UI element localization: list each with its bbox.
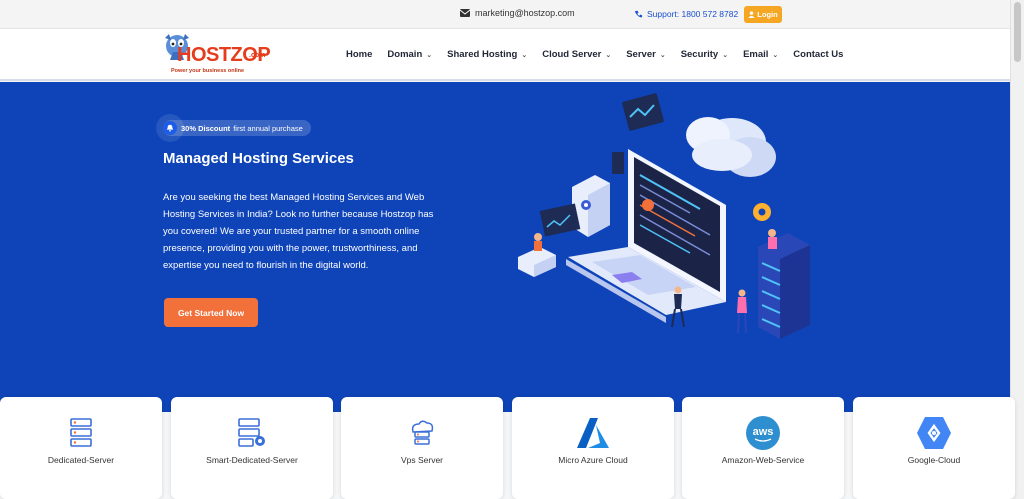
brand-tagline: Power your business online xyxy=(171,68,245,74)
discount-strong: 30% Discount xyxy=(181,123,231,133)
main-navigation: HOSTZOP .com Power your business online … xyxy=(0,29,1010,81)
aws-icon: aws xyxy=(743,413,783,453)
chevron-down-icon: ⌄ xyxy=(659,51,666,59)
brand-logo[interactable]: HOSTZOP .com Power your business online xyxy=(163,32,271,78)
discount-text: first annual purchase xyxy=(233,123,303,133)
service-label: Micro Azure Cloud xyxy=(558,455,628,465)
service-card-vps-server[interactable]: Vps Server xyxy=(341,397,503,499)
nav-home-label: Home xyxy=(346,49,373,60)
nav-email-label: Email xyxy=(743,49,769,60)
nav-cloud-server[interactable]: Cloud Server ⌄ xyxy=(542,49,611,60)
vps-cloud-icon xyxy=(402,413,442,453)
email-text: marketing@hostzop.com xyxy=(475,8,575,18)
top-bar: marketing@hostzop.com Support: 1800 572 … xyxy=(0,0,1024,29)
scrollbar-thumb[interactable] xyxy=(1014,2,1021,62)
google-cloud-icon xyxy=(914,413,954,453)
nav-shared-hosting[interactable]: Shared Hosting ⌄ xyxy=(447,49,527,60)
hero-section: 30% Discount first annual purchase Manag… xyxy=(0,82,1010,412)
support-phone[interactable]: Support: 1800 572 8782 xyxy=(634,9,738,19)
discount-badge: 30% Discount first annual purchase xyxy=(163,120,311,136)
brand-suffix: .com xyxy=(249,52,266,59)
screen-chart-icon xyxy=(539,203,581,237)
hero-description: Are you seeking the best Managed Hosting… xyxy=(163,192,434,271)
support-text: Support: 1800 572 8782 xyxy=(647,9,739,19)
login-button[interactable]: Login xyxy=(744,6,782,23)
chart-window-icon xyxy=(622,93,664,131)
nav-domain-label: Domain xyxy=(387,49,423,60)
nav-shared-hosting-label: Shared Hosting xyxy=(447,49,518,60)
nav-home[interactable]: Home xyxy=(346,49,372,60)
login-label: Login xyxy=(757,10,778,19)
email-link[interactable]: marketing@hostzop.com xyxy=(460,8,575,18)
nav-server-label: Server xyxy=(626,49,656,60)
dedicated-server-icon xyxy=(61,413,101,453)
mail-icon xyxy=(460,9,470,17)
chevron-down-icon: ⌄ xyxy=(605,51,612,59)
service-label: Vps Server xyxy=(400,455,444,465)
desk-icon xyxy=(518,233,556,277)
hero-title: Managed Hosting Services xyxy=(163,150,354,167)
chevron-down-icon: ⌄ xyxy=(426,51,433,59)
device-icon xyxy=(612,152,624,174)
cloud-icon xyxy=(686,117,776,177)
nav-domain[interactable]: Domain ⌄ xyxy=(387,49,432,60)
service-card-smart-dedicated-server[interactable]: Smart-Dedicated-Server xyxy=(171,397,333,499)
nav-server[interactable]: Server ⌄ xyxy=(626,49,665,60)
chevron-down-icon: ⌄ xyxy=(521,51,528,59)
azure-icon xyxy=(573,413,613,453)
gear-icon xyxy=(753,203,771,221)
nav-email[interactable]: Email ⌄ xyxy=(743,49,778,60)
chevron-down-icon: ⌄ xyxy=(722,51,729,59)
hosting-illustration xyxy=(518,93,810,339)
service-label: Dedicated-Server xyxy=(47,455,115,465)
service-card-google-cloud[interactable]: Google-Cloud xyxy=(853,397,1015,499)
chevron-down-icon: ⌄ xyxy=(772,51,779,59)
nav-contact-us-label: Contact Us xyxy=(793,49,844,60)
server-rack-icon xyxy=(758,229,810,339)
smart-server-icon xyxy=(232,413,272,453)
nav-security[interactable]: Security ⌄ xyxy=(681,49,728,60)
user-icon xyxy=(748,11,755,18)
phone-icon xyxy=(634,10,643,17)
service-card-dedicated-server[interactable]: Dedicated-Server xyxy=(0,397,162,499)
service-label: Smart-Dedicated-Server xyxy=(206,455,298,465)
nav-cloud-server-label: Cloud Server xyxy=(542,49,602,60)
service-card-micro-azure-cloud[interactable]: Micro Azure Cloud xyxy=(512,397,674,499)
nav-security-label: Security xyxy=(680,49,719,60)
service-label: Amazon-Web-Service xyxy=(721,455,805,465)
service-card-amazon-web-service[interactable]: aws Amazon-Web-Service xyxy=(682,397,844,499)
service-label: Google-Cloud xyxy=(907,455,961,465)
laptop-icon xyxy=(566,149,726,323)
svg-text:aws: aws xyxy=(753,426,774,438)
get-started-button[interactable]: Get Started Now xyxy=(164,298,258,327)
nav-menu: Home Domain ⌄ Shared Hosting ⌄ Cloud Serve… xyxy=(346,49,858,60)
bell-icon xyxy=(163,121,177,135)
service-cards: Dedicated-Server Smart-Dedicated-Server … xyxy=(0,397,1015,499)
nav-contact-us[interactable]: Contact Us xyxy=(793,49,843,60)
